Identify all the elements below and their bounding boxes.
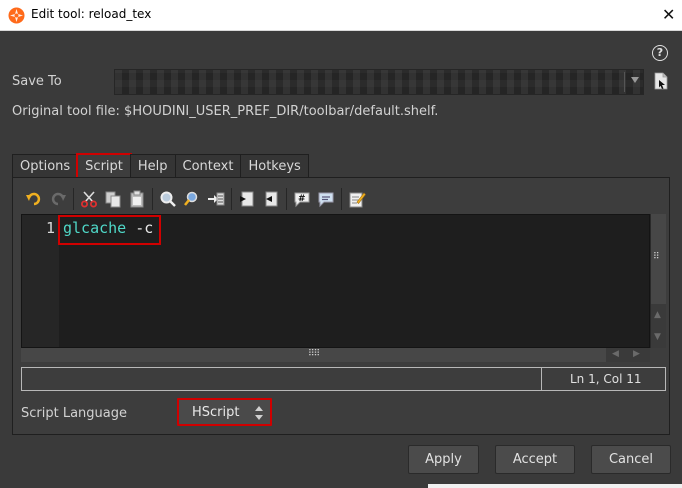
save-to-divider <box>624 72 625 92</box>
find-icon[interactable] <box>157 188 179 210</box>
spinner-arrows-icon[interactable] <box>252 404 266 422</box>
horizontal-scrollbar[interactable]: ⠿⠿ ◀ ▶ <box>21 348 650 362</box>
svg-text:#: # <box>298 194 306 204</box>
copy-icon[interactable] <box>102 188 124 210</box>
redo-icon[interactable] <box>47 188 69 210</box>
help-icon[interactable]: ? <box>652 45 668 61</box>
close-icon[interactable]: ✕ <box>662 6 675 24</box>
tab-hotkeys[interactable]: Hotkeys <box>240 154 309 178</box>
cursor-position: Ln 1, Col 11 <box>570 372 642 386</box>
scroll-right-arrow-icon[interactable]: ▶ <box>633 349 640 359</box>
code-arguments: -c <box>126 219 154 237</box>
toolbar-divider <box>286 188 287 210</box>
script-language-select[interactable]: HScript <box>177 398 272 426</box>
indent-icon[interactable] <box>236 188 258 210</box>
scroll-down-arrow-icon[interactable]: ▼ <box>654 332 661 342</box>
houdini-logo-icon <box>8 7 25 24</box>
tab-help[interactable]: Help <box>129 154 176 178</box>
tab-script[interactable]: Script <box>76 153 132 179</box>
editor-toolbar: # <box>23 184 370 214</box>
toolbar-divider <box>73 188 74 210</box>
save-to-label: Save To <box>12 74 62 89</box>
code-keyword: glcache <box>63 219 127 237</box>
title-bar: Edit tool: reload_tex ✕ <box>0 0 682 31</box>
chevron-down-icon[interactable] <box>631 77 639 83</box>
paste-icon[interactable] <box>126 188 148 210</box>
accept-button[interactable]: Accept <box>495 445 575 474</box>
window-title: Edit tool: reload_tex <box>31 7 152 21</box>
undo-icon[interactable] <box>23 188 45 210</box>
tab-bar: Options Script Help Context Hotkeys <box>12 153 309 179</box>
window-edge <box>428 484 682 488</box>
goto-line-icon[interactable] <box>205 188 227 210</box>
unindent-icon[interactable] <box>260 188 282 210</box>
script-language-value: HScript <box>192 405 240 420</box>
scroll-up-arrow-icon[interactable]: ▲ <box>654 310 661 320</box>
code-line[interactable]: glcache -c <box>57 215 162 245</box>
grip-icon: ⠿ <box>653 252 660 262</box>
toolbar-divider <box>152 188 153 210</box>
file-chooser-icon[interactable] <box>654 72 668 90</box>
original-tool-file: Original tool file: $HOUDINI_USER_PREF_D… <box>12 104 439 119</box>
apply-button[interactable]: Apply <box>408 445 479 474</box>
scroll-left-arrow-icon[interactable]: ◀ <box>612 349 619 359</box>
status-bar: Ln 1, Col 11 <box>21 367 666 391</box>
line-number: 1 <box>45 219 55 237</box>
status-divider <box>541 368 542 390</box>
cancel-button[interactable]: Cancel <box>591 445 671 474</box>
save-to-field[interactable] <box>114 69 644 95</box>
tab-options[interactable]: Options <box>12 154 79 178</box>
edit-icon[interactable] <box>346 188 368 210</box>
script-language-label: Script Language <box>21 406 127 421</box>
cut-icon[interactable] <box>78 188 100 210</box>
uncomment-icon[interactable] <box>315 188 337 210</box>
vertical-scrollbar[interactable]: ⠿ ▲ ▼ <box>650 214 666 348</box>
grip-icon: ⠿⠿ <box>308 349 320 359</box>
script-panel: # 1 glcache -c ⠿ ▲ ▼ ⠿⠿ ◀ ▶ Ln 1, Col 11 <box>12 177 670 435</box>
find-replace-icon[interactable] <box>181 188 203 210</box>
line-number-gutter: 1 <box>22 215 59 347</box>
toolbar-divider <box>231 188 232 210</box>
script-editor[interactable]: 1 glcache -c <box>21 214 650 348</box>
toolbar-divider <box>341 188 342 210</box>
tab-context[interactable]: Context <box>174 154 242 178</box>
comment-icon[interactable]: # <box>291 188 313 210</box>
